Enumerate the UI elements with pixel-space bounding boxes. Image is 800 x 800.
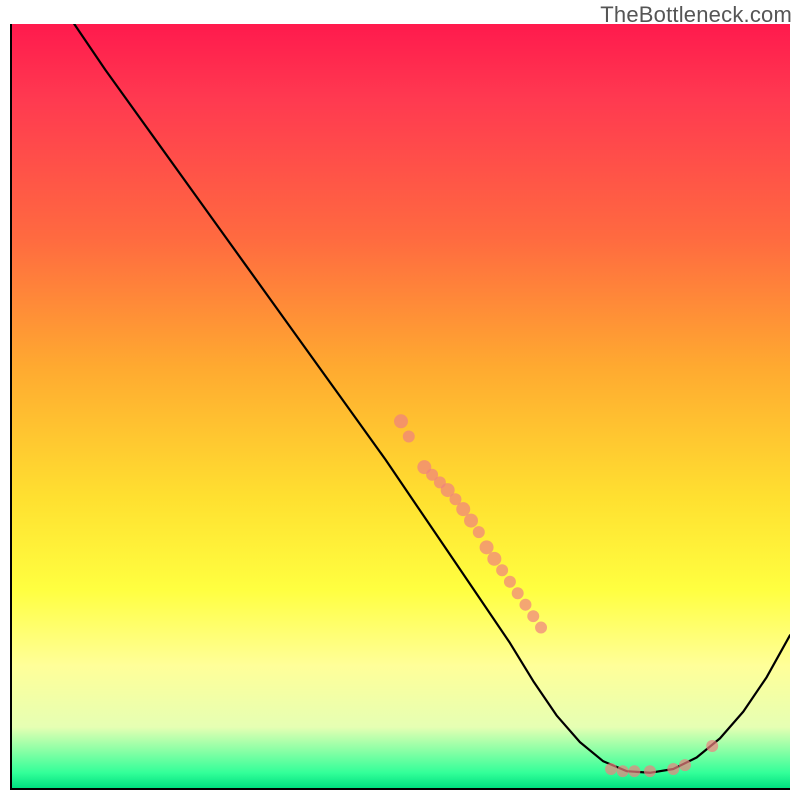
- scatter-point: [628, 765, 640, 777]
- scatter-point: [473, 526, 485, 538]
- scatter-point: [464, 514, 478, 528]
- scatter-point: [403, 431, 415, 443]
- plot-area: [10, 24, 790, 790]
- scatter-point: [605, 763, 617, 775]
- scatter-point: [706, 740, 718, 752]
- scatter-point: [394, 414, 408, 428]
- scatter-point: [527, 610, 539, 622]
- scatter-point: [512, 587, 524, 599]
- scatter-point: [644, 765, 656, 777]
- scatter-point: [667, 763, 679, 775]
- scatter-point: [456, 502, 470, 516]
- scatter-point: [504, 576, 516, 588]
- scatter-point: [617, 765, 629, 777]
- scatter-point: [679, 759, 691, 771]
- scatter-point: [519, 599, 531, 611]
- scatter-layer: [12, 24, 790, 788]
- scatter-point: [535, 622, 547, 634]
- chart-frame: TheBottleneck.com: [0, 0, 800, 800]
- watermark-text: TheBottleneck.com: [600, 2, 792, 28]
- scatter-point: [496, 564, 508, 576]
- scatter-point: [487, 552, 501, 566]
- scatter-point: [480, 540, 494, 554]
